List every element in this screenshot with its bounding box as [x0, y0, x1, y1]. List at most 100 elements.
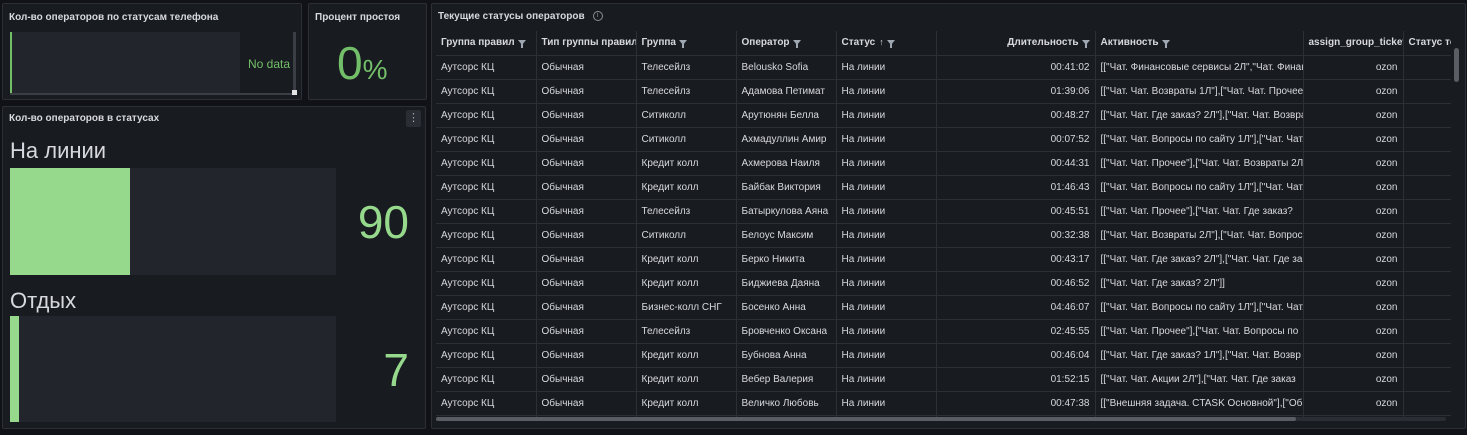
- table-cell: Обычная: [536, 55, 637, 80]
- table-cell: [["Чат. Чат. Прочее"],["Чат. Чат. Возвра…: [1095, 151, 1304, 176]
- header-col-rule-group-type[interactable]: Тип группы правил: [536, 31, 637, 56]
- table-row[interactable]: Аутсорс КЦ Обычная Кредит колл Берко Никита…: [436, 247, 1451, 272]
- filter-icon[interactable]: [1161, 40, 1170, 49]
- table-cell: [["Чат. Чат. Где заказ? 2Л"]]: [1095, 271, 1304, 296]
- header-label: Длительность: [1007, 37, 1079, 49]
- table-cell: На линии: [836, 175, 937, 200]
- header-col-phone-status[interactable]: Статус телефона: [1403, 31, 1451, 56]
- table-cell: [["Чат. Чат. Где заказ? 2Л"],["Чат. Чат.…: [1095, 247, 1304, 272]
- table-cell: Бубнова Анна: [736, 343, 837, 368]
- table-cell: 00:07:52: [936, 127, 1096, 152]
- table-cell: Аутсорс КЦ: [436, 79, 537, 104]
- filter-icon[interactable]: [1081, 40, 1090, 49]
- table-row[interactable]: Аутсорс КЦ Обычная Ситиколл Арутюнян Белла Н…: [436, 103, 1451, 128]
- table-cell: Аутсорс КЦ: [436, 343, 537, 368]
- table-cell: 00:47:38: [936, 391, 1096, 416]
- table-cell: Кредит колл: [636, 391, 737, 416]
- table-header-row: Группа правил Тип группы правил Группа Опер…: [436, 31, 1451, 56]
- table-cell: Аутсорс КЦ: [436, 175, 537, 200]
- table-cell: [1403, 391, 1451, 416]
- horizontal-scrollbar[interactable]: [10, 93, 293, 95]
- table-cell: На линии: [836, 127, 937, 152]
- sort-asc-icon[interactable]: ↑: [879, 37, 884, 47]
- table-cell: Аутсорс КЦ: [436, 199, 537, 224]
- table-cell: Ситиколл: [636, 223, 737, 248]
- table-cell: Обычная: [536, 127, 637, 152]
- vertical-scrollbar[interactable]: [293, 32, 296, 92]
- panel-menu-button[interactable]: ⋮: [406, 110, 421, 127]
- table-cell: ozon: [1303, 223, 1404, 248]
- status-label-rest: Отдых: [10, 288, 77, 313]
- table-cell: Кредит колл: [636, 367, 737, 392]
- table-cell: Берко Никита: [736, 247, 837, 272]
- table-cell: 00:46:52: [936, 271, 1096, 296]
- table-cell: Аутсорс КЦ: [436, 319, 537, 344]
- table-cell: Ситиколл: [636, 127, 737, 152]
- filter-icon[interactable]: [886, 40, 895, 49]
- table-cell: На линии: [836, 247, 937, 272]
- header-label: assign_group_ticket: [1308, 37, 1403, 49]
- table-row[interactable]: Аутсорс КЦ Обычная Кредит колл Биджиева Дая…: [436, 271, 1451, 296]
- table-cell: Ахмадуллин Амир: [736, 127, 837, 152]
- table-row[interactable]: Аутсорс КЦ Обычная Кредит колл Ахмерова Наи…: [436, 151, 1451, 176]
- header-col-assign-group[interactable]: assign_group_ticket: [1303, 31, 1404, 56]
- table-row[interactable]: Аутсорс КЦ Обычная Ситиколл Белоус Максим На…: [436, 223, 1451, 248]
- table-row[interactable]: Аутсорс КЦ Обычная Ситиколл Ахмадуллин Амир…: [436, 127, 1451, 152]
- table-cell: [1403, 151, 1451, 176]
- info-icon[interactable]: i: [592, 11, 603, 22]
- table-cell: [1403, 127, 1451, 152]
- filter-icon[interactable]: [517, 40, 526, 49]
- table-row[interactable]: Аутсорс КЦ Обычная Телесейлз Бровченко Окса…: [436, 319, 1451, 344]
- filter-icon[interactable]: [792, 40, 801, 49]
- header-label: Статус: [841, 37, 876, 49]
- table-cell: 01:39:06: [936, 79, 1096, 104]
- table-cell: Аутсорс КЦ: [436, 247, 537, 272]
- idle-percent-panel: Процент простоя 0%: [308, 3, 427, 100]
- vertical-scrollbar[interactable]: [1454, 48, 1459, 82]
- status-bar-fill-rest: [10, 316, 20, 422]
- table-cell: На линии: [836, 79, 937, 104]
- horizontal-scrollbar[interactable]: [436, 417, 1446, 421]
- table-body: Аутсорс КЦ Обычная Телесейлз Belousko Sofia…: [436, 55, 1451, 419]
- horizontal-scrollbar-thumb[interactable]: [436, 417, 1296, 421]
- header-col-group[interactable]: Группа: [636, 31, 737, 56]
- table-row[interactable]: Аутсорс КЦ Обычная Телесейлз Батыркулова Ая…: [436, 199, 1451, 224]
- table-row[interactable]: Аутсорс КЦ Обычная Кредит колл Бубнова Анна…: [436, 343, 1451, 368]
- table-cell: 01:46:43: [936, 175, 1096, 200]
- table-cell: Обычная: [536, 223, 637, 248]
- table-cell: Батыркулова Аяна: [736, 199, 837, 224]
- table-row[interactable]: Аутсорс КЦ Обычная Кредит колл Вебер Валери…: [436, 367, 1451, 392]
- table-cell: ozon: [1303, 103, 1404, 128]
- header-col-duration[interactable]: Длительность: [936, 31, 1096, 56]
- header-label: Тип группы правил: [541, 37, 636, 49]
- resize-handle[interactable]: [292, 90, 297, 95]
- header-col-operator[interactable]: Оператор: [736, 31, 837, 56]
- phone-status-panel: Кол-во операторов по статусам телефона N…: [2, 3, 302, 100]
- header-col-activity[interactable]: Активность: [1095, 31, 1304, 56]
- table-cell: ozon: [1303, 367, 1404, 392]
- table-row[interactable]: Аутсорс КЦ Обычная Кредит колл Величко Любо…: [436, 391, 1451, 416]
- table-cell: Кредит колл: [636, 343, 737, 368]
- table-cell: Кредит колл: [636, 247, 737, 272]
- table-scroll-area[interactable]: Группа правил Тип группы правил Группа Опер…: [436, 31, 1451, 419]
- table-cell: 00:32:38: [936, 223, 1096, 248]
- table-cell: Обычная: [536, 271, 637, 296]
- filter-icon[interactable]: [678, 40, 687, 49]
- table-cell: Аутсорс КЦ: [436, 55, 537, 80]
- table-cell: Аутсорс КЦ: [436, 295, 537, 320]
- table-row[interactable]: Аутсорс КЦ Обычная Телесейлз Адамова Петима…: [436, 79, 1451, 104]
- table-row[interactable]: Аутсорс КЦ Обычная Телесейлз Belousko Sofia…: [436, 55, 1451, 80]
- table-cell: Телесейлз: [636, 319, 737, 344]
- table-cell: ozon: [1303, 151, 1404, 176]
- table-cell: ozon: [1303, 343, 1404, 368]
- table-row[interactable]: Аутсорс КЦ Обычная Кредит колл Байбак Викто…: [436, 175, 1451, 200]
- header-col-rule-group[interactable]: Группа правил: [436, 31, 537, 56]
- idle-percent-number: 0: [337, 37, 363, 89]
- table-cell: Байбак Виктория: [736, 175, 837, 200]
- table-cell: ozon: [1303, 295, 1404, 320]
- table-row[interactable]: Аутсорс КЦ Обычная Бизнес-колл СНГ Босенко …: [436, 295, 1451, 320]
- table-cell: ozon: [1303, 391, 1404, 416]
- status-label-online: На линии: [10, 138, 107, 163]
- panel-title: Текущие статусы операторов i: [438, 11, 603, 22]
- header-col-status[interactable]: Статус ↑: [836, 31, 937, 56]
